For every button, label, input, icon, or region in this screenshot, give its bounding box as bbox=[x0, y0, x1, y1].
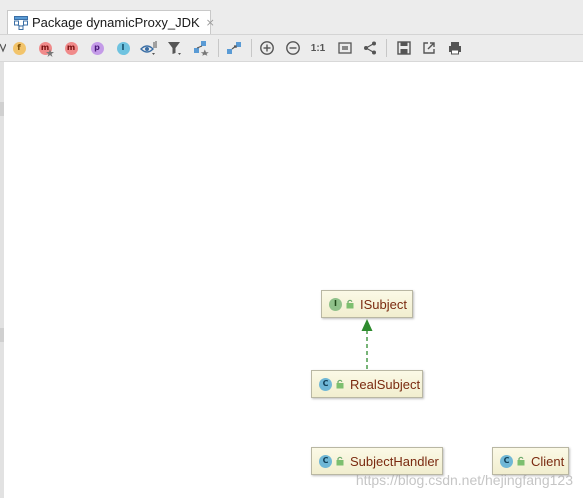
zoom-out-button[interactable] bbox=[284, 39, 302, 57]
lock-icon bbox=[517, 456, 525, 466]
layout-button[interactable] bbox=[225, 39, 243, 57]
lock-icon bbox=[336, 456, 344, 466]
node-label: SubjectHandler bbox=[350, 453, 439, 469]
uml-diagram-icon bbox=[14, 15, 28, 30]
node-realsubject[interactable]: C RealSubject bbox=[311, 370, 423, 398]
runnable-class-icon: C bbox=[500, 454, 513, 468]
watermark-text: https://blog.csdn.net/hejingfang123 bbox=[355, 472, 573, 488]
show-inner-classes-button[interactable]: I bbox=[114, 39, 132, 57]
tab-package-diagram[interactable]: Package dynamicProxy_JDK × bbox=[7, 10, 215, 34]
zoom-in-button[interactable] bbox=[258, 39, 276, 57]
inner-classes-icon: I bbox=[116, 41, 130, 55]
fit-content-icon bbox=[338, 42, 352, 54]
toolbar-overflow-icon[interactable] bbox=[0, 39, 6, 57]
print-icon bbox=[449, 42, 461, 55]
star-badge-icon bbox=[46, 49, 54, 57]
node-client[interactable]: C Client bbox=[492, 447, 569, 475]
node-isubject[interactable]: I ISubject bbox=[321, 290, 413, 318]
diagram-toolbar: f m m p I 1:1 bbox=[0, 35, 583, 62]
visibility-filter-button[interactable] bbox=[140, 39, 158, 57]
close-icon[interactable]: × bbox=[206, 16, 215, 29]
dependencies-icon bbox=[194, 41, 209, 56]
fit-content-button[interactable] bbox=[336, 39, 354, 57]
save-diagram-button[interactable] bbox=[395, 39, 413, 57]
export-icon bbox=[423, 42, 435, 54]
node-label: ISubject bbox=[360, 296, 407, 312]
layout-icon bbox=[227, 42, 241, 54]
show-fields-button[interactable]: f bbox=[10, 39, 28, 57]
toolbar-separator bbox=[386, 39, 387, 57]
tab-title: Package dynamicProxy_JDK bbox=[32, 15, 200, 30]
print-button[interactable] bbox=[446, 39, 464, 57]
tab-bar: Package dynamicProxy_JDK × bbox=[0, 0, 583, 35]
toolbar-separator bbox=[218, 39, 219, 57]
actual-size-button[interactable]: 1:1 bbox=[308, 39, 328, 57]
filter-icon bbox=[168, 42, 181, 55]
diagram-canvas[interactable] bbox=[4, 62, 583, 498]
zoom-in-icon bbox=[260, 41, 274, 55]
toolbar-separator bbox=[251, 39, 252, 57]
node-label: Client bbox=[531, 453, 565, 469]
save-icon bbox=[397, 41, 411, 55]
actual-size-label: 1:1 bbox=[310, 42, 326, 54]
methods-icon: m bbox=[64, 41, 78, 55]
show-properties-button[interactable]: p bbox=[88, 39, 106, 57]
show-methods-button[interactable]: m bbox=[62, 39, 80, 57]
class-icon: C bbox=[319, 377, 332, 391]
lock-icon bbox=[346, 299, 354, 309]
share-icon bbox=[364, 41, 376, 55]
interface-icon: I bbox=[329, 297, 342, 311]
filter-button[interactable] bbox=[166, 39, 184, 57]
fields-icon: f bbox=[12, 41, 26, 55]
class-icon: C bbox=[319, 454, 332, 468]
node-subjecthandler[interactable]: C SubjectHandler bbox=[311, 447, 443, 475]
show-dependencies-button[interactable] bbox=[192, 39, 210, 57]
lock-icon bbox=[336, 379, 344, 389]
show-constructors-button[interactable]: m bbox=[36, 39, 54, 57]
diagram-window: Package dynamicProxy_JDK × f m m p I 1:1… bbox=[0, 0, 583, 498]
properties-icon: p bbox=[90, 41, 104, 55]
share-graph-button[interactable] bbox=[361, 39, 379, 57]
export-button[interactable] bbox=[420, 39, 438, 57]
eye-icon bbox=[140, 41, 157, 55]
zoom-out-icon bbox=[286, 41, 300, 55]
node-label: RealSubject bbox=[350, 376, 421, 392]
